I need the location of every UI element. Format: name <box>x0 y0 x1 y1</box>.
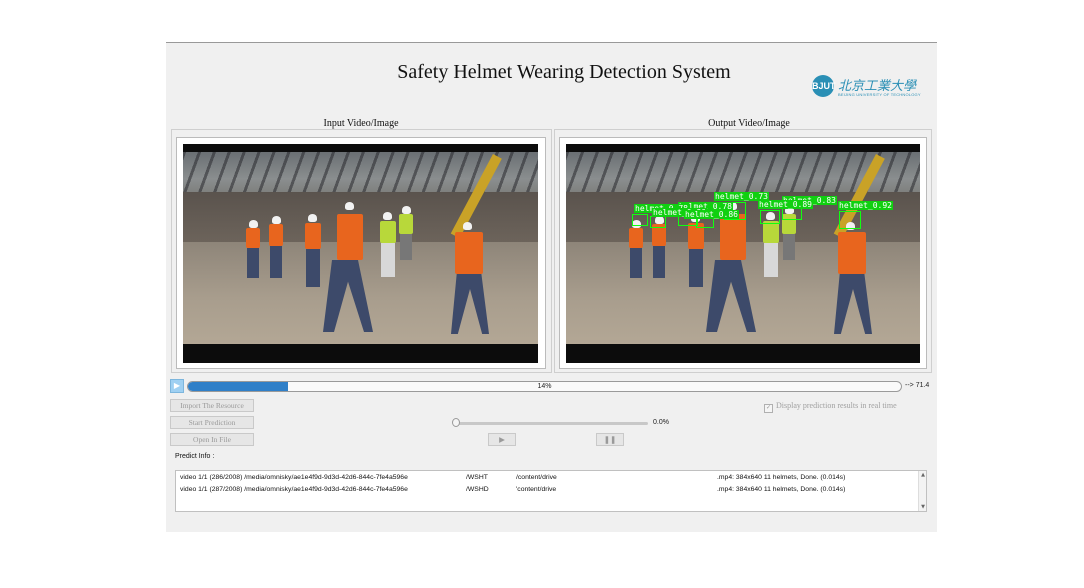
scroll-up-icon[interactable]: ▲ <box>919 471 927 479</box>
predict-info-label: Predict Info : <box>175 453 215 460</box>
input-frame <box>176 137 546 369</box>
detection-box <box>650 216 666 228</box>
predict-log[interactable]: video 1/1 (286/2008) /media/omnisky/ae1e… <box>175 470 927 512</box>
start-prediction-button[interactable]: Start Prediction <box>170 416 254 429</box>
detection-label: helmet_0.92 <box>838 201 893 210</box>
log-scrollbar[interactable]: ▲ ▼ <box>918 471 926 511</box>
log-line: video 1/1 (286/2008) /media/omnisky/ae1e… <box>180 474 846 481</box>
scroll-down-icon[interactable]: ▼ <box>919 503 927 511</box>
log-line: video 1/1 (287/2008) /media/omnisky/ae1e… <box>180 486 846 493</box>
progress-percent: 14% <box>537 383 552 390</box>
app-window: Safety Helmet Wearing Detection System B… <box>166 42 937 532</box>
video-progress-bar[interactable]: 14% <box>187 381 902 392</box>
detection-box <box>760 210 780 224</box>
output-panel-label: Output Video/Image <box>708 118 790 129</box>
open-in-file-button[interactable]: Open In File <box>170 433 254 446</box>
detection-label: helmet_0.89 <box>758 200 813 209</box>
play-button[interactable]: ▶ <box>488 433 516 446</box>
threshold-slider-track[interactable] <box>455 422 648 425</box>
checkbox-icon[interactable]: ✓ <box>764 404 773 413</box>
input-video[interactable] <box>183 144 538 363</box>
slider-value: 0.0% <box>653 419 669 426</box>
detection-box <box>839 211 861 229</box>
display-realtime-label: Display prediction results in real time <box>776 401 897 410</box>
university-logo: BJUT 北京工業大學 BEIJING UNIVERSITY OF TECHNO… <box>812 73 922 103</box>
display-realtime-checkbox[interactable]: ✓ Display prediction results in real time <box>764 401 897 413</box>
output-video[interactable]: helmet_0.73 helmet_0.83 helmet_0.78 helm… <box>566 144 920 363</box>
play-icon[interactable]: ▶ <box>170 379 184 393</box>
output-frame: helmet_0.73 helmet_0.83 helmet_0.78 helm… <box>559 137 927 369</box>
logo-badge-icon: BJUT <box>812 75 836 97</box>
threshold-slider-handle[interactable] <box>452 418 460 427</box>
progress-end-value: --> 71.4 <box>905 382 930 389</box>
import-resource-button[interactable]: Import The Resource <box>170 399 254 412</box>
input-panel-label: Input Video/Image <box>323 118 399 129</box>
pause-button[interactable]: ❚❚ <box>596 433 624 446</box>
logo-subtitle: BEIJING UNIVERSITY OF TECHNOLOGY <box>838 92 921 97</box>
detection-label: helmet_0.86 <box>684 210 739 219</box>
detection-box <box>632 214 648 226</box>
